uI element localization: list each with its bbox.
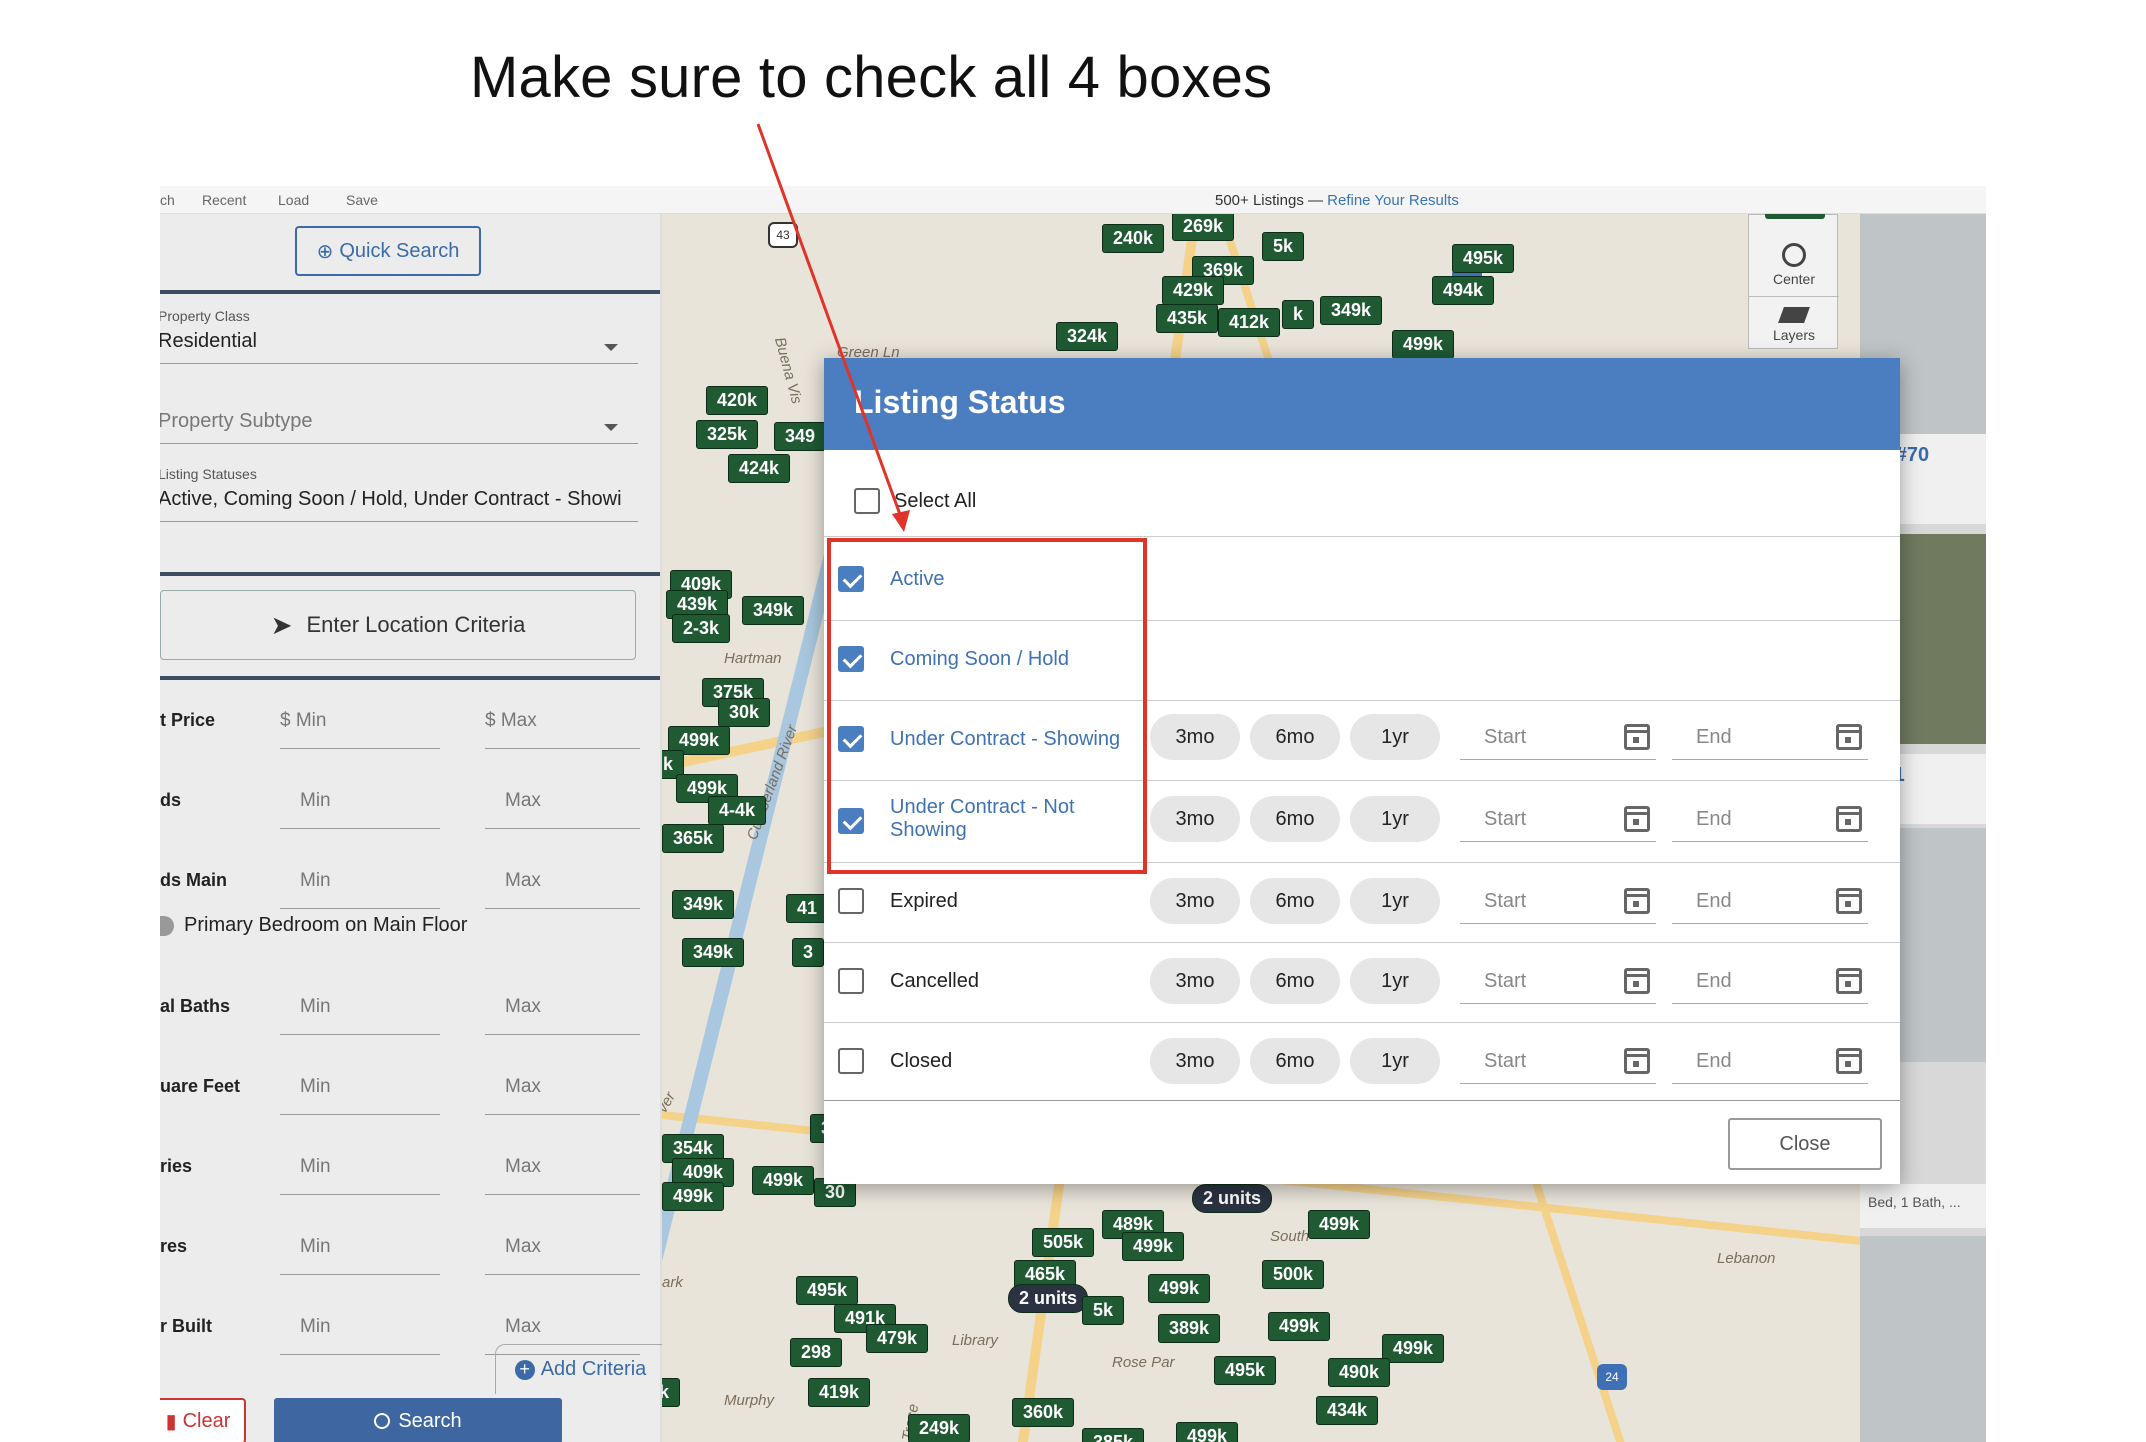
arrow-shaft [756,123,904,521]
annotation-arrow [756,123,910,532]
arrow-head [892,510,910,532]
page-root: { "instruction": "Make sure to check all… [0,0,2146,1442]
